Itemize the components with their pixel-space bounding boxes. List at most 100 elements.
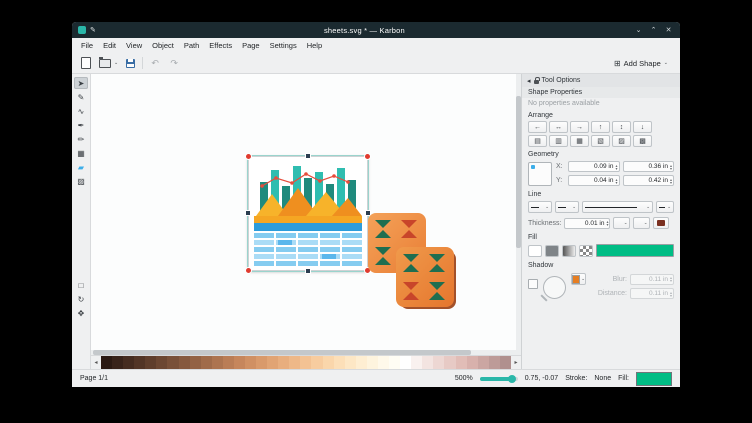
shadow-angle-dial[interactable] bbox=[543, 276, 566, 299]
cards-artwork-object[interactable] bbox=[366, 211, 458, 313]
grid-tool[interactable]: ▦ bbox=[74, 147, 88, 159]
palette-swatch-22[interactable] bbox=[345, 356, 356, 369]
palette-swatch-6[interactable] bbox=[167, 356, 178, 369]
palette-swatch-29[interactable] bbox=[422, 356, 433, 369]
arrange-row1-button-4[interactable]: ↕ bbox=[612, 121, 631, 133]
zoom-slider-knob[interactable] bbox=[508, 375, 516, 383]
palette-swatch-5[interactable] bbox=[156, 356, 167, 369]
maximize-button[interactable]: ⌃ bbox=[648, 26, 659, 34]
palette-swatch-7[interactable] bbox=[179, 356, 190, 369]
arrange-row2-button-2[interactable]: ▦ bbox=[570, 135, 589, 147]
palette-swatch-34[interactable] bbox=[478, 356, 489, 369]
freehand-path-tool[interactable]: ✏ bbox=[74, 133, 88, 145]
cap-style-combo[interactable]: ⌄ bbox=[613, 217, 630, 229]
menu-item-effects[interactable]: Effects bbox=[204, 41, 237, 50]
palette-swatch-33[interactable] bbox=[467, 356, 478, 369]
menu-item-help[interactable]: Help bbox=[302, 41, 327, 50]
spinner-arrows-icon[interactable]: ▴▾ bbox=[615, 164, 617, 170]
menu-item-page[interactable]: Page bbox=[237, 41, 265, 50]
selection-handle-w[interactable] bbox=[245, 210, 251, 216]
stroke-settings-button[interactable] bbox=[653, 217, 669, 229]
palette-swatch-3[interactable] bbox=[134, 356, 145, 369]
arrange-row1-button-1[interactable]: ↔ bbox=[549, 121, 568, 133]
chart-artwork-object[interactable] bbox=[248, 156, 368, 271]
palette-prev-button[interactable]: ◂ bbox=[91, 356, 101, 369]
menu-item-settings[interactable]: Settings bbox=[265, 41, 302, 50]
shadow-color-button[interactable]: ⌄ bbox=[571, 273, 586, 285]
menu-item-file[interactable]: File bbox=[76, 41, 98, 50]
dock-header[interactable]: ◂ Tool Options bbox=[522, 74, 680, 87]
pencil-tool[interactable]: ✎ bbox=[74, 91, 88, 103]
palette-next-button[interactable]: ▸ bbox=[511, 356, 521, 369]
shadow-enable-checkbox[interactable] bbox=[528, 279, 538, 289]
palette-swatch-31[interactable] bbox=[444, 356, 455, 369]
open-dropdown-caret-icon[interactable]: ⌄ bbox=[114, 60, 118, 66]
palette-swatch-17[interactable] bbox=[289, 356, 300, 369]
minimize-button[interactable]: ⌄ bbox=[633, 26, 644, 34]
spinner-arrows-icon[interactable]: ▴▾ bbox=[670, 164, 672, 170]
palette-swatch-26[interactable] bbox=[389, 356, 400, 369]
blur-input[interactable]: 0.11 in ▴▾ bbox=[630, 274, 674, 285]
palette-swatch-18[interactable] bbox=[300, 356, 311, 369]
palette-swatch-16[interactable] bbox=[278, 356, 289, 369]
palette-swatch-27[interactable] bbox=[400, 356, 411, 369]
palette-swatch-10[interactable] bbox=[212, 356, 223, 369]
x-position-input[interactable]: 0.09 in ▴▾ bbox=[568, 161, 620, 172]
menu-item-edit[interactable]: Edit bbox=[98, 41, 121, 50]
canvas-horizontal-scrollbar[interactable] bbox=[91, 350, 521, 355]
palette-swatch-25[interactable] bbox=[378, 356, 389, 369]
undo-button[interactable]: ↶ bbox=[148, 56, 162, 70]
fill-color-bar[interactable] bbox=[596, 244, 674, 257]
y-position-input[interactable]: 0.04 in ▴▾ bbox=[568, 175, 620, 186]
arrange-row1-button-5[interactable]: ↓ bbox=[633, 121, 652, 133]
pattern-tool[interactable]: ▨ bbox=[74, 175, 88, 187]
palette-swatch-19[interactable] bbox=[311, 356, 322, 369]
arrange-row1-button-3[interactable]: ↑ bbox=[591, 121, 610, 133]
redo-button[interactable]: ↷ bbox=[167, 56, 181, 70]
spinner-arrows-icon[interactable]: ▴▾ bbox=[670, 178, 672, 184]
position-anchor-widget[interactable] bbox=[528, 162, 552, 186]
dock-collapse-icon[interactable]: ◂ bbox=[527, 77, 531, 85]
fill-none-button[interactable] bbox=[528, 245, 542, 257]
horizontal-scroll-handle[interactable] bbox=[93, 350, 471, 355]
arrange-row2-button-0[interactable]: ▤ bbox=[528, 135, 547, 147]
vertical-scroll-handle[interactable] bbox=[516, 96, 521, 248]
selection-handle-sw[interactable] bbox=[245, 267, 252, 274]
arrange-row1-button-2[interactable]: → bbox=[570, 121, 589, 133]
palette-swatch-9[interactable] bbox=[201, 356, 212, 369]
arrange-row2-button-1[interactable]: ▥ bbox=[549, 135, 568, 147]
select-tool[interactable]: ➤ bbox=[74, 77, 88, 89]
fill-solid-button[interactable] bbox=[545, 245, 559, 257]
palette-swatch-35[interactable] bbox=[489, 356, 500, 369]
palette-swatch-36[interactable] bbox=[500, 356, 511, 369]
palette-swatch-2[interactable] bbox=[123, 356, 134, 369]
shape-tool[interactable]: □ bbox=[74, 279, 88, 291]
canvas-vertical-scrollbar[interactable] bbox=[516, 74, 521, 350]
selection-handle-ne[interactable] bbox=[364, 153, 371, 160]
open-document-button[interactable] bbox=[98, 56, 112, 70]
palette-swatch-28[interactable] bbox=[411, 356, 422, 369]
palette-swatch-1[interactable] bbox=[112, 356, 123, 369]
titlebar[interactable]: ✎ sheets.svg * — Karbon ⌄ ⌃ ✕ bbox=[72, 22, 680, 38]
palette-swatch-23[interactable] bbox=[356, 356, 367, 369]
spinner-arrows-icon[interactable]: ▴▾ bbox=[615, 178, 617, 184]
close-button[interactable]: ✕ bbox=[663, 26, 674, 34]
fill-pattern-button[interactable] bbox=[579, 245, 593, 257]
selection-handle-nw[interactable] bbox=[245, 153, 252, 160]
palette-swatch-20[interactable] bbox=[323, 356, 334, 369]
arrange-row2-button-3[interactable]: ▧ bbox=[591, 135, 610, 147]
distance-input[interactable]: 0.11 in ▴▾ bbox=[630, 288, 674, 299]
height-input[interactable]: 0.42 in ▴▾ bbox=[623, 175, 675, 186]
width-input[interactable]: 0.36 in ▴▾ bbox=[623, 161, 675, 172]
line-marker-combo[interactable]: ⌄ bbox=[656, 201, 674, 213]
join-style-combo[interactable]: ⌄ bbox=[633, 217, 650, 229]
palette-swatch-11[interactable] bbox=[223, 356, 234, 369]
save-button[interactable] bbox=[123, 56, 137, 70]
line-cap-combo[interactable]: ⌄ bbox=[528, 201, 552, 213]
curve-edit-tool[interactable]: ∿ bbox=[74, 105, 88, 117]
spinner-arrows-icon[interactable]: ▴▾ bbox=[606, 220, 608, 226]
palette-swatch-32[interactable] bbox=[456, 356, 467, 369]
palette-swatch-30[interactable] bbox=[433, 356, 444, 369]
thickness-input[interactable]: 0.01 in ▴▾ bbox=[564, 218, 610, 229]
palette-swatch-4[interactable] bbox=[145, 356, 156, 369]
